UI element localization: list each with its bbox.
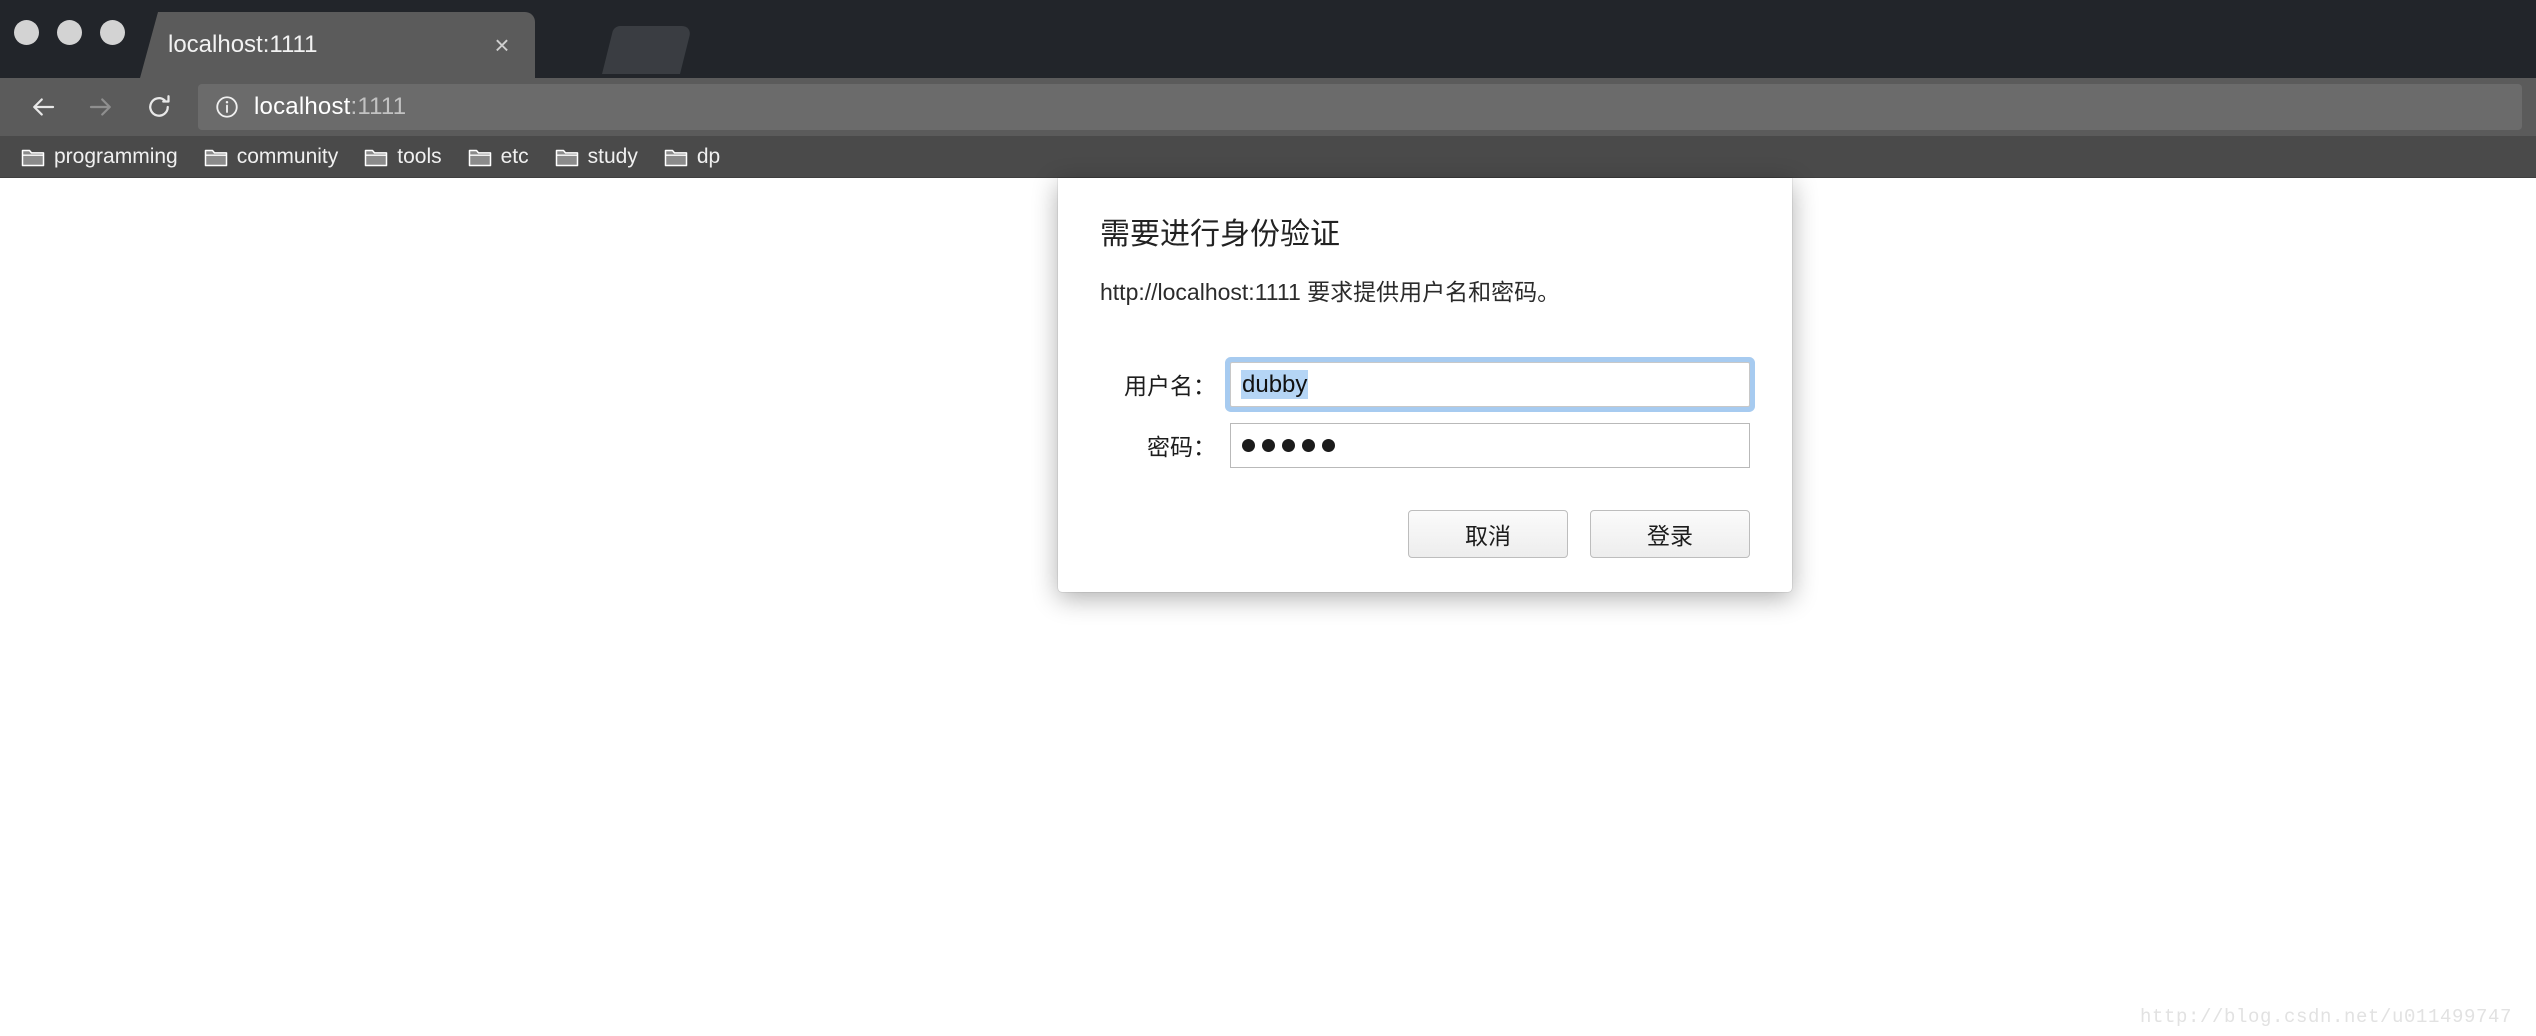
- minimize-window-button[interactable]: [57, 20, 82, 45]
- password-input[interactable]: [1230, 422, 1750, 468]
- folder-icon: [21, 149, 45, 166]
- maximize-window-button[interactable]: [100, 20, 125, 45]
- folder-icon: [468, 149, 491, 166]
- info-circle-icon[interactable]: [214, 94, 240, 120]
- bookmark-label: programming: [54, 144, 178, 168]
- password-row: 密码：: [1100, 422, 1750, 468]
- bookmark-label: study: [587, 144, 638, 168]
- bookmark-item-study[interactable]: study: [544, 141, 649, 173]
- bookmark-item-dp[interactable]: dp: [653, 141, 731, 173]
- bookmark-item-programming[interactable]: programming: [10, 141, 189, 173]
- address-bar[interactable]: localhost:1111: [198, 84, 2522, 130]
- tab-title: localhost:1111: [168, 31, 318, 58]
- folder-icon: [204, 149, 227, 166]
- login-button[interactable]: 登录: [1590, 509, 1750, 558]
- watermark: http://blog.csdn.net/u011499747: [2139, 1006, 2512, 1028]
- folder-icon: [664, 149, 688, 166]
- close-window-button[interactable]: [14, 20, 39, 45]
- tab-close-icon[interactable]: ×: [489, 32, 515, 58]
- browser-tab[interactable]: localhost:1111 ×: [140, 12, 535, 78]
- folder-icon: [555, 149, 578, 166]
- username-input-wrap: dubby: [1230, 361, 1750, 407]
- bookmark-item-etc[interactable]: etc: [457, 141, 540, 173]
- window-controls: [14, 20, 125, 45]
- arrow-right-icon: [89, 98, 111, 116]
- password-label: 密码：: [1147, 434, 1216, 461]
- bookmark-label: dp: [696, 144, 721, 168]
- arrow-left-icon: [33, 98, 55, 116]
- address-bar-text: localhost:1111: [254, 93, 406, 121]
- reload-icon: [149, 95, 170, 117]
- password-input-wrap: [1230, 422, 1750, 468]
- url-port: :1111: [350, 93, 407, 120]
- username-row: 用户名： dubby: [1100, 361, 1750, 407]
- auth-dialog: 需要进行身份验证 http://localhost:1111 要求提供用户名和密…: [1058, 178, 1792, 592]
- bookmark-item-community[interactable]: community: [193, 141, 350, 173]
- back-button[interactable]: [14, 84, 72, 130]
- reload-button[interactable]: [130, 84, 188, 130]
- dialog-buttons: 取消 登录: [1100, 509, 1750, 558]
- cancel-button[interactable]: 取消: [1408, 509, 1568, 558]
- tab-strip: localhost:1111 ×: [0, 0, 2536, 78]
- bookmark-label: tools: [397, 144, 442, 168]
- browser-window: localhost:1111 × localhost:1111 programm…: [0, 0, 2536, 1036]
- dialog-title: 需要进行身份验证: [1100, 218, 1340, 251]
- dialog-message: http://localhost:1111 要求提供用户名和密码。: [1100, 278, 1561, 305]
- bookmark-label: community: [236, 144, 339, 168]
- username-label: 用户名：: [1124, 373, 1216, 400]
- bookmark-item-tools[interactable]: tools: [353, 141, 452, 173]
- bookmarks-bar: programming community tools etc study dp: [0, 136, 2536, 178]
- browser-toolbar: localhost:1111: [0, 78, 2536, 136]
- forward-button[interactable]: [72, 84, 130, 130]
- new-tab-button[interactable]: [602, 26, 692, 74]
- bookmark-label: etc: [500, 144, 529, 168]
- username-input[interactable]: [1230, 361, 1750, 407]
- url-host: localhost: [254, 93, 351, 120]
- folder-icon: [365, 149, 388, 166]
- page-content: 需要进行身份验证 http://localhost:1111 要求提供用户名和密…: [0, 178, 2536, 1036]
